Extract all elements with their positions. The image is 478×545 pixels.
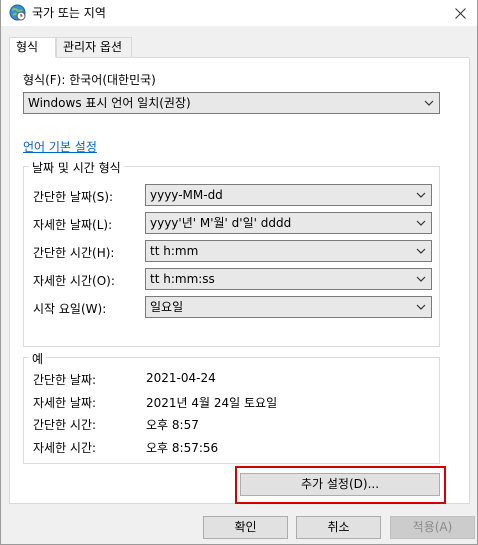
first-day-select[interactable]: 일요일 [145,296,432,318]
date-time-group-caption: 날짜 및 시간 형식 [29,159,124,176]
example-short-date-label: 간단한 날짜: [33,373,97,387]
example-short-time-value: 오후 8:57 [146,418,199,432]
globe-clock-icon [9,4,26,21]
chevron-down-icon [416,276,426,282]
long-date-label: 자세한 날짜(L): [33,218,113,232]
chevron-down-icon [416,304,426,310]
short-time-label: 간단한 시간(H): [33,246,115,260]
example-long-time-value: 오후 8:57:56 [146,441,219,455]
short-date-label: 간단한 날짜(S): [33,190,114,204]
first-day-value: 일요일 [150,300,184,314]
chevron-down-icon [424,100,434,106]
format-select[interactable]: Windows 표시 언어 일치(권장) [23,92,440,114]
first-day-label: 시작 요일(W): [33,302,107,316]
apply-button[interactable]: 적용(A) [390,516,475,539]
format-label: 형식(F): 한국어(대한민국) [23,73,156,87]
close-button[interactable] [447,0,473,26]
example-short-time-label: 간단한 시간: [33,418,97,432]
cancel-button[interactable]: 취소 [296,516,381,539]
region-dialog: 국가 또는 지역 형식 관리자 옵션 형식(F): 한국어(대한민국) Wind… [0,0,478,545]
example-long-date-label: 자세한 날짜: [33,396,97,410]
additional-settings-button[interactable]: 추가 설정(D)... [240,473,440,496]
example-long-time-label: 자세한 시간: [33,441,97,455]
chevron-down-icon [416,192,426,198]
short-time-select[interactable]: tt h:mm [145,240,432,262]
language-preferences-link[interactable]: 언어 기본 설정 [23,138,97,155]
format-select-value: Windows 표시 언어 일치(권장) [28,96,191,110]
tab-admin-options[interactable]: 관리자 옵션 [56,37,132,58]
tab-format[interactable]: 형식 [9,37,56,58]
chevron-down-icon [416,220,426,226]
title-bar: 국가 또는 지역 [1,0,477,26]
short-date-select[interactable]: yyyy-MM-dd [145,184,432,206]
ok-button[interactable]: 확인 [203,516,288,539]
example-long-date-value: 2021년 4월 24일 토요일 [146,396,278,410]
example-group-caption: 예 [29,350,47,367]
long-date-value: yyyy'년' M'월' d'일' dddd [150,216,292,230]
long-date-select[interactable]: yyyy'년' M'월' d'일' dddd [145,212,432,234]
chevron-down-icon [416,248,426,254]
short-date-value: yyyy-MM-dd [150,188,223,202]
close-icon [454,7,466,19]
long-time-select[interactable]: tt h:mm:ss [145,268,432,290]
short-time-value: tt h:mm [150,244,199,258]
window-title: 국가 또는 지역 [32,6,106,20]
long-time-value: tt h:mm:ss [150,272,215,286]
example-short-date-value: 2021-04-24 [146,371,216,385]
long-time-label: 자세한 시간(O): [33,274,115,288]
